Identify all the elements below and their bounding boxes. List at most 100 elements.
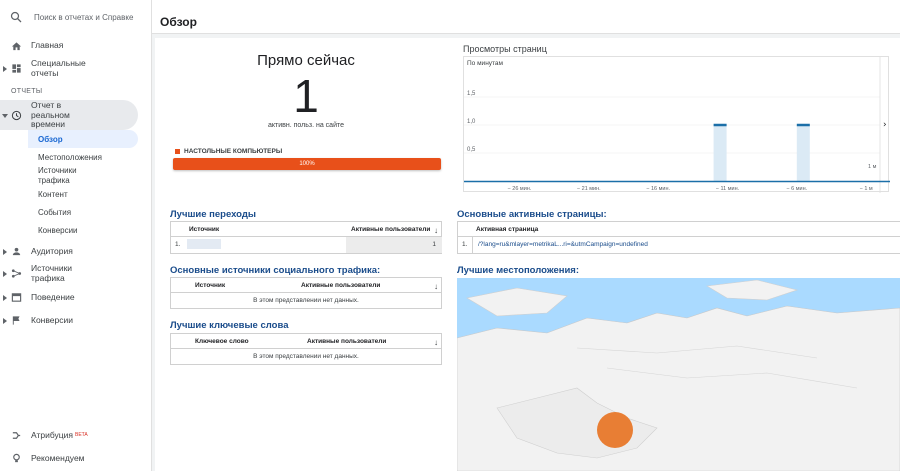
sidebar-item-custom-reports[interactable]: Специальные отчеты — [0, 58, 152, 79]
sort-arrow-icon[interactable]: ↓ — [434, 338, 438, 347]
expand-arrow-icon — [3, 271, 7, 277]
active-users-count: 1 — [293, 70, 319, 122]
sidebar-item-label: Специальные отчеты — [31, 58, 86, 78]
sort-arrow-icon[interactable]: ↓ — [434, 282, 438, 291]
collapse-arrow-icon — [2, 113, 8, 118]
search-icon — [10, 11, 22, 23]
table-header: Источник Активные пользователи ↓ — [171, 278, 441, 293]
top-pages-table: Активная страница 1. /?lang=ru&mlayer=me… — [457, 221, 900, 254]
column-header[interactable]: Активные пользователи — [307, 338, 386, 345]
clock-icon — [11, 110, 22, 121]
sidebar-item-conversions[interactable]: Конверсии — [0, 315, 152, 326]
top-referrals-table: Источник Активные пользователи ↓ 1. 1 — [170, 221, 442, 254]
right-now-title: Прямо сейчас — [257, 52, 355, 69]
x-tick-label: − 16 мин. — [646, 186, 670, 192]
sidebar-sub-overview[interactable]: Обзор — [38, 135, 63, 145]
x-tick-label: − 1 м — [860, 186, 873, 192]
locations-map[interactable] — [457, 278, 900, 471]
realtime-overview-panel: Прямо сейчас 1 активн. польз. на сайте Н… — [155, 38, 900, 471]
cell-bg — [346, 237, 442, 253]
keywords-table: Ключевое слово Активные пользователи ↓ В… — [170, 333, 442, 365]
sidebar-item-behavior[interactable]: Поведение — [0, 292, 152, 303]
x-tick-label: − 21 мин. — [577, 186, 601, 192]
chevron-right-icon[interactable]: › — [883, 120, 887, 130]
chart-bar[interactable] — [796, 125, 810, 181]
sidebar-item-audience[interactable]: Аудитория — [0, 246, 152, 257]
column-header[interactable]: Активные пользователи — [351, 226, 430, 233]
sidebar-sub-events[interactable]: События — [38, 208, 71, 218]
world-map-svg — [457, 279, 900, 471]
pageviews-chart-svg: 0,5 1,0 1,5 − 26 мин. − 21 мин. − 16 мин. − 11… — [464, 57, 890, 193]
flag-icon — [12, 316, 20, 325]
sidebar-item-label: Рекомендуем — [31, 452, 85, 463]
social-sources-title: Основные источники социального трафика: — [170, 265, 381, 276]
x-tick-label: 1 м — [868, 164, 877, 170]
sidebar-sub-locations[interactable]: Местоположения — [38, 153, 102, 163]
sidebar-item-label: Источники трафика — [31, 263, 73, 283]
column-header[interactable]: Активные пользователи — [301, 282, 380, 289]
table-row[interactable]: 1. 1 — [171, 237, 442, 254]
x-tick-label: − 6 мин. — [786, 186, 807, 192]
x-tick-label: − 11 мин. — [716, 186, 740, 192]
top-active-pages-title: Основные активные страницы: — [457, 209, 607, 220]
sidebar-item-label: Аудитория — [31, 245, 73, 256]
column-header[interactable]: Ключевое слово — [195, 338, 249, 345]
column-header[interactable]: Активная страница — [476, 226, 538, 233]
expand-arrow-icon — [3, 294, 7, 301]
row-value: 1 — [432, 241, 436, 248]
table-header: Ключевое слово Активные пользователи ↓ — [171, 334, 441, 349]
search-box[interactable]: Поиск в отчетах и Справке — [0, 0, 151, 34]
sidebar-item-attribution[interactable]: Атрибуция BETA — [0, 430, 152, 441]
expand-arrow-icon — [3, 66, 7, 72]
y-tick-label: 1,5 — [467, 91, 476, 97]
sidebar-sub-conversions[interactable]: Конверсии — [38, 226, 78, 236]
legend-swatch — [175, 149, 180, 154]
device-share-value: 100% — [299, 161, 315, 167]
beta-badge: BETA — [75, 431, 88, 438]
sidebar-item-home[interactable]: Главная — [0, 41, 152, 51]
sidebar-item-label: Атрибуция BETA — [31, 429, 88, 440]
sidebar-item-acquisition[interactable]: Источники трафика — [0, 263, 152, 284]
blurred-source-image — [187, 239, 221, 249]
table-header: Активная страница — [458, 222, 900, 237]
share-icon — [11, 269, 22, 278]
sidebar-item-realtime[interactable]: Отчет в реальном времени — [0, 100, 152, 130]
expand-arrow-icon — [3, 248, 7, 255]
top-locations-title: Лучшие местоположения: — [457, 265, 580, 276]
chart-bar[interactable] — [713, 125, 727, 181]
y-tick-label: 1,0 — [467, 119, 476, 125]
dashboard-icon — [12, 64, 21, 73]
table-header: Источник Активные пользователи ↓ — [171, 222, 441, 237]
device-share-bar[interactable]: 100% — [173, 158, 441, 170]
device-legend: НАСТОЛЬНЫЕ КОМПЬЮТЕРЫ — [175, 148, 282, 155]
expand-arrow-icon — [3, 317, 7, 324]
no-data-message: В этом представлении нет данных. — [253, 353, 359, 360]
page-url-link[interactable]: /?lang=ru&mlayer=metrikaL...ri=&utmCampa… — [478, 241, 648, 248]
row-index: 1. — [175, 241, 181, 248]
column-header[interactable]: Источник — [195, 282, 225, 289]
social-table: Источник Активные пользователи ↓ В этом … — [170, 277, 442, 309]
no-data-message: В этом представлении нет данных. — [253, 297, 359, 304]
attribution-icon — [12, 432, 21, 439]
row-index: 1. — [462, 241, 468, 248]
sort-arrow-icon[interactable]: ↓ — [434, 226, 438, 235]
column-header[interactable]: Источник — [189, 226, 219, 233]
x-tick-label: − 26 мин. — [508, 186, 532, 192]
sidebar-item-label: Поведение — [31, 291, 75, 302]
sidebar-sub-traffic-sources[interactable]: Источники трафика — [38, 166, 77, 185]
top-keywords-title: Лучшие ключевые слова — [170, 320, 289, 331]
pageviews-title: Просмотры страниц — [463, 44, 547, 54]
sidebar-item-recommendations[interactable]: Рекомендуем — [0, 453, 152, 464]
window-icon — [11, 293, 22, 302]
table-row[interactable]: 1. /?lang=ru&mlayer=metrikaL...ri=&utmCa… — [458, 237, 900, 254]
sidebar: Поиск в отчетах и Справке Главная Специа… — [0, 0, 152, 471]
sidebar-sub-content[interactable]: Контент — [38, 190, 68, 200]
location-marker[interactable] — [597, 412, 633, 448]
reports-section-label: ОТЧЕТЫ — [11, 88, 43, 95]
page-header: Обзор — [152, 0, 900, 34]
home-icon — [11, 41, 22, 50]
active-users-subtitle: активн. польз. на сайте — [267, 122, 344, 129]
search-placeholder: Поиск в отчетах и Справке — [34, 12, 134, 22]
pageviews-chart[interactable]: 0,5 1,0 1,5 − 26 мин. − 21 мин. − 16 мин. − 11… — [463, 56, 890, 193]
device-label: НАСТОЛЬНЫЕ КОМПЬЮТЕРЫ — [184, 148, 283, 155]
